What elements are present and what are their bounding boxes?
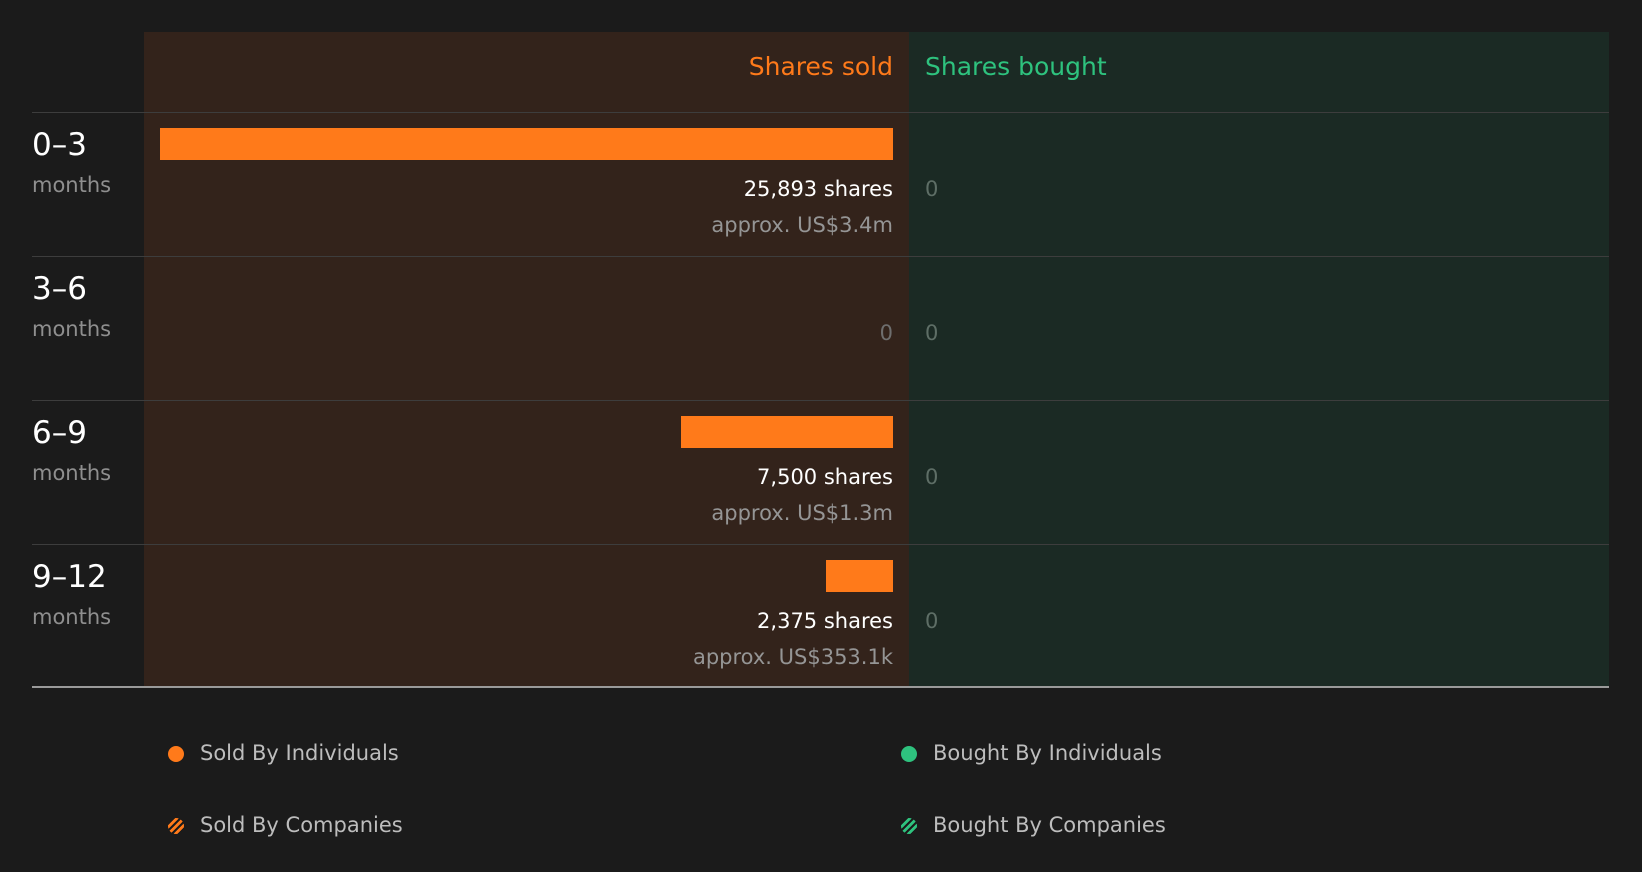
solid-swatch-icon — [168, 746, 184, 762]
sold-value-label: approx. US$3.4m — [711, 213, 893, 237]
sold-shares-label: 25,893 shares — [743, 177, 893, 201]
solid-swatch-icon — [901, 746, 917, 762]
period-row: 6–9 months 7,500 shares approx. US$1.3m 0 — [0, 401, 1642, 545]
period-row: 0–3 months 25,893 shares approx. US$3.4m 0 — [0, 113, 1642, 257]
legend-label: Bought By Companies — [933, 813, 1166, 837]
period-range: 9–12 — [32, 559, 107, 595]
legend-label: Sold By Companies — [200, 813, 403, 837]
period-row: 3–6 months 0 0 — [0, 257, 1642, 401]
period-range: 3–6 — [32, 271, 87, 307]
legend-label: Sold By Individuals — [200, 741, 399, 765]
period-range: 6–9 — [32, 415, 87, 451]
bought-shares-label: 0 — [925, 321, 939, 345]
bought-shares-label: 0 — [925, 609, 939, 633]
shares-sold-header: Shares sold — [748, 52, 893, 81]
sold-shares-label: 7,500 shares — [757, 465, 893, 489]
period-unit: months — [32, 173, 112, 197]
sold-shares-label: 0 — [879, 321, 893, 345]
sold-value-label: approx. US$1.3m — [711, 501, 893, 525]
bought-shares-label: 0 — [925, 177, 939, 201]
period-unit: months — [32, 317, 112, 341]
sold-bar — [680, 416, 893, 448]
bought-shares-label: 0 — [925, 465, 939, 489]
period-unit: months — [32, 461, 112, 485]
period-row: 9–12 months 2,375 shares approx. US$353.1k 0 — [0, 545, 1642, 689]
sold-shares-label: 2,375 shares — [757, 609, 893, 633]
hatched-swatch-icon — [168, 818, 184, 834]
sold-bar — [825, 560, 893, 592]
legend-label: Bought By Individuals — [933, 741, 1162, 765]
hatched-swatch-icon — [901, 818, 917, 834]
sold-bar — [160, 128, 893, 160]
period-range: 0–3 — [32, 127, 87, 163]
sold-value-label: approx. US$353.1k — [692, 645, 893, 669]
period-unit: months — [32, 605, 112, 629]
shares-bought-header: Shares bought — [925, 52, 1107, 81]
